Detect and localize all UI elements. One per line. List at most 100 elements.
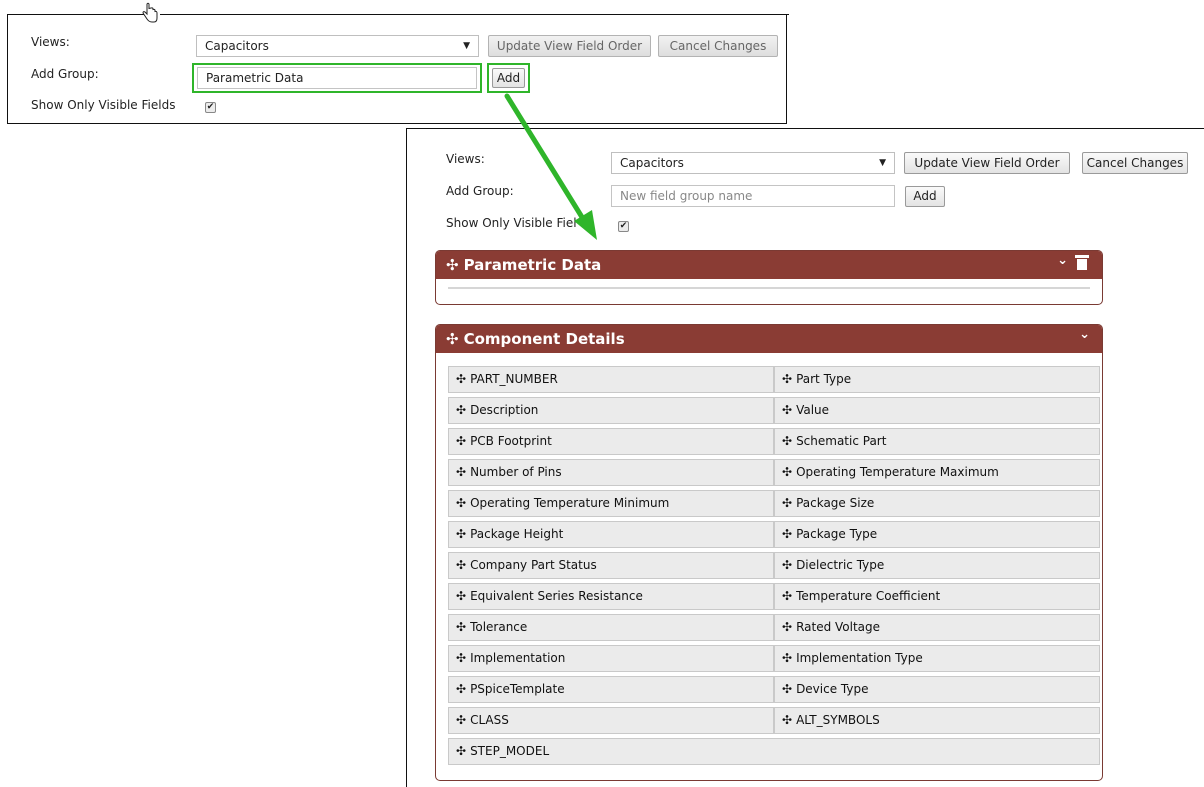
move-icon[interactable]: ✣ bbox=[782, 527, 792, 541]
add-group-button[interactable]: Add bbox=[905, 186, 945, 207]
field-item[interactable]: ✣ Operating Temperature Maximum bbox=[774, 459, 1100, 486]
field-item[interactable]: ✣ Temperature Coefficient bbox=[774, 583, 1100, 610]
move-icon[interactable]: ✣ bbox=[782, 682, 792, 696]
move-icon[interactable]: ✣ bbox=[782, 465, 792, 479]
top-form-panel: Views: Capacitors ▼ Update View Field Or… bbox=[7, 14, 789, 124]
field-item[interactable]: ✣ Number of Pins bbox=[448, 459, 774, 486]
move-icon[interactable]: ✣ bbox=[782, 403, 792, 417]
field-label: Company Part Status bbox=[470, 558, 597, 572]
move-icon[interactable]: ✣ bbox=[456, 589, 466, 603]
field-item[interactable]: ✣ Package Size bbox=[774, 490, 1100, 517]
views-select[interactable]: Capacitors ▼ bbox=[196, 35, 479, 57]
field-item[interactable]: ✣ Value bbox=[774, 397, 1100, 424]
field-label: ALT_SYMBOLS bbox=[796, 713, 880, 727]
show-visible-fields-label: Show Only Visible Fiel bbox=[446, 216, 577, 230]
field-item[interactable]: ✣ Company Part Status bbox=[448, 552, 774, 579]
field-item[interactable]: ✣ PSpiceTemplate bbox=[448, 676, 774, 703]
field-label: Operating Temperature Minimum bbox=[470, 496, 670, 510]
field-item[interactable]: ✣ Description bbox=[448, 397, 774, 424]
field-label: PCB Footprint bbox=[470, 434, 552, 448]
field-label: PART_NUMBER bbox=[470, 372, 558, 386]
field-label: Rated Voltage bbox=[796, 620, 881, 634]
group-title: Parametric Data bbox=[463, 256, 602, 274]
show-visible-fields-checkbox[interactable]: ✔ bbox=[205, 102, 216, 113]
field-label: Package Size bbox=[796, 496, 875, 510]
move-icon[interactable]: ✣ bbox=[782, 558, 792, 572]
move-icon[interactable]: ✣ bbox=[456, 620, 466, 634]
add-group-input[interactable]: Parametric Data bbox=[197, 67, 477, 89]
views-label: Views: bbox=[446, 152, 485, 166]
update-view-field-order-button[interactable]: Update View Field Order bbox=[488, 35, 651, 57]
show-visible-fields-checkbox[interactable]: ✔ bbox=[618, 221, 629, 232]
caret-down-icon: ▼ bbox=[463, 41, 470, 51]
field-label: Equivalent Series Resistance bbox=[470, 589, 643, 603]
move-icon[interactable]: ✣ bbox=[456, 465, 466, 479]
field-item[interactable]: ✣ CLASS bbox=[448, 707, 774, 734]
field-label: Temperature Coefficient bbox=[796, 589, 941, 603]
move-icon[interactable]: ✣ bbox=[456, 434, 466, 448]
move-icon[interactable]: ✣ bbox=[782, 620, 792, 634]
field-label: STEP_MODEL bbox=[470, 744, 550, 758]
add-group-label: Add Group: bbox=[446, 184, 514, 198]
move-icon[interactable]: ✣ bbox=[782, 372, 792, 386]
group-title: Component Details bbox=[463, 330, 625, 348]
field-item[interactable]: ✣ PART_NUMBER bbox=[448, 366, 774, 393]
show-visible-fields-label: Show Only Visible Fields bbox=[31, 98, 176, 112]
move-icon[interactable]: ✣ bbox=[782, 434, 792, 448]
field-label: Tolerance bbox=[470, 620, 528, 634]
field-item[interactable]: ✣ Rated Voltage bbox=[774, 614, 1100, 641]
add-group-input[interactable]: New field group name bbox=[611, 185, 895, 207]
move-icon[interactable]: ✣ bbox=[456, 713, 466, 727]
group-header[interactable]: ✣ Parametric Data ⌄ bbox=[436, 251, 1102, 279]
move-icon[interactable]: ✣ bbox=[456, 651, 466, 665]
move-icon[interactable]: ✣ bbox=[456, 372, 466, 386]
field-label: Device Type bbox=[796, 682, 869, 696]
group-header[interactable]: ✣ Component Details ⌄ bbox=[436, 325, 1102, 353]
move-icon[interactable]: ✣ bbox=[782, 589, 792, 603]
move-icon[interactable]: ✣ bbox=[782, 713, 792, 727]
add-group-label: Add Group: bbox=[31, 67, 99, 81]
field-item[interactable]: ✣ Schematic Part bbox=[774, 428, 1100, 455]
field-item[interactable]: ✣ Device Type bbox=[774, 676, 1100, 703]
move-icon[interactable]: ✣ bbox=[456, 403, 466, 417]
update-view-field-order-button[interactable]: Update View Field Order bbox=[904, 152, 1070, 174]
cancel-changes-button[interactable]: Cancel Changes bbox=[658, 35, 778, 57]
hand-cursor-icon bbox=[142, 2, 158, 23]
field-group-component-details: ✣ Component Details ⌄ ✣ PART_NUMBER ✣ Part T… bbox=[435, 324, 1103, 781]
field-label: Operating Temperature Maximum bbox=[796, 465, 999, 479]
views-select-value: Capacitors bbox=[205, 39, 269, 53]
field-item[interactable]: ✣ Package Type bbox=[774, 521, 1100, 548]
move-icon[interactable]: ✣ bbox=[446, 256, 459, 274]
field-item[interactable]: ✣ PCB Footprint bbox=[448, 428, 774, 455]
move-icon[interactable]: ✣ bbox=[456, 682, 466, 696]
views-select[interactable]: Capacitors ▼ bbox=[611, 152, 895, 174]
chevron-down-icon[interactable]: ⌄ bbox=[1079, 325, 1090, 349]
field-item[interactable]: ✣ STEP_MODEL bbox=[448, 738, 1100, 765]
field-item[interactable]: ✣ Implementation bbox=[448, 645, 774, 672]
field-item[interactable]: ✣ Package Height bbox=[448, 521, 774, 548]
move-icon[interactable]: ✣ bbox=[456, 527, 466, 541]
field-item[interactable]: ✣ Equivalent Series Resistance bbox=[448, 583, 774, 610]
field-item[interactable]: ✣ Dielectric Type bbox=[774, 552, 1100, 579]
move-icon[interactable]: ✣ bbox=[456, 558, 466, 572]
panel-border bbox=[160, 14, 789, 15]
chevron-down-icon[interactable]: ⌄ bbox=[1057, 251, 1068, 275]
field-item[interactable]: ✣ ALT_SYMBOLS bbox=[774, 707, 1100, 734]
field-label: Implementation Type bbox=[796, 651, 923, 665]
field-item[interactable]: ✣ Part Type bbox=[774, 366, 1100, 393]
move-icon[interactable]: ✣ bbox=[782, 651, 792, 665]
field-item[interactable]: ✣ Implementation Type bbox=[774, 645, 1100, 672]
move-icon[interactable]: ✣ bbox=[456, 496, 466, 510]
move-icon[interactable]: ✣ bbox=[446, 330, 459, 348]
field-label: Part Type bbox=[796, 372, 852, 386]
trash-icon[interactable] bbox=[1075, 255, 1089, 270]
views-label: Views: bbox=[31, 35, 70, 49]
move-icon[interactable]: ✣ bbox=[782, 496, 792, 510]
field-item[interactable]: ✣ Operating Temperature Minimum bbox=[448, 490, 774, 517]
cancel-changes-button[interactable]: Cancel Changes bbox=[1082, 152, 1188, 174]
move-icon[interactable]: ✣ bbox=[456, 744, 466, 758]
panel-border bbox=[7, 14, 145, 15]
field-label: Value bbox=[796, 403, 830, 417]
field-item[interactable]: ✣ Tolerance bbox=[448, 614, 774, 641]
add-group-button[interactable]: Add bbox=[492, 68, 525, 88]
